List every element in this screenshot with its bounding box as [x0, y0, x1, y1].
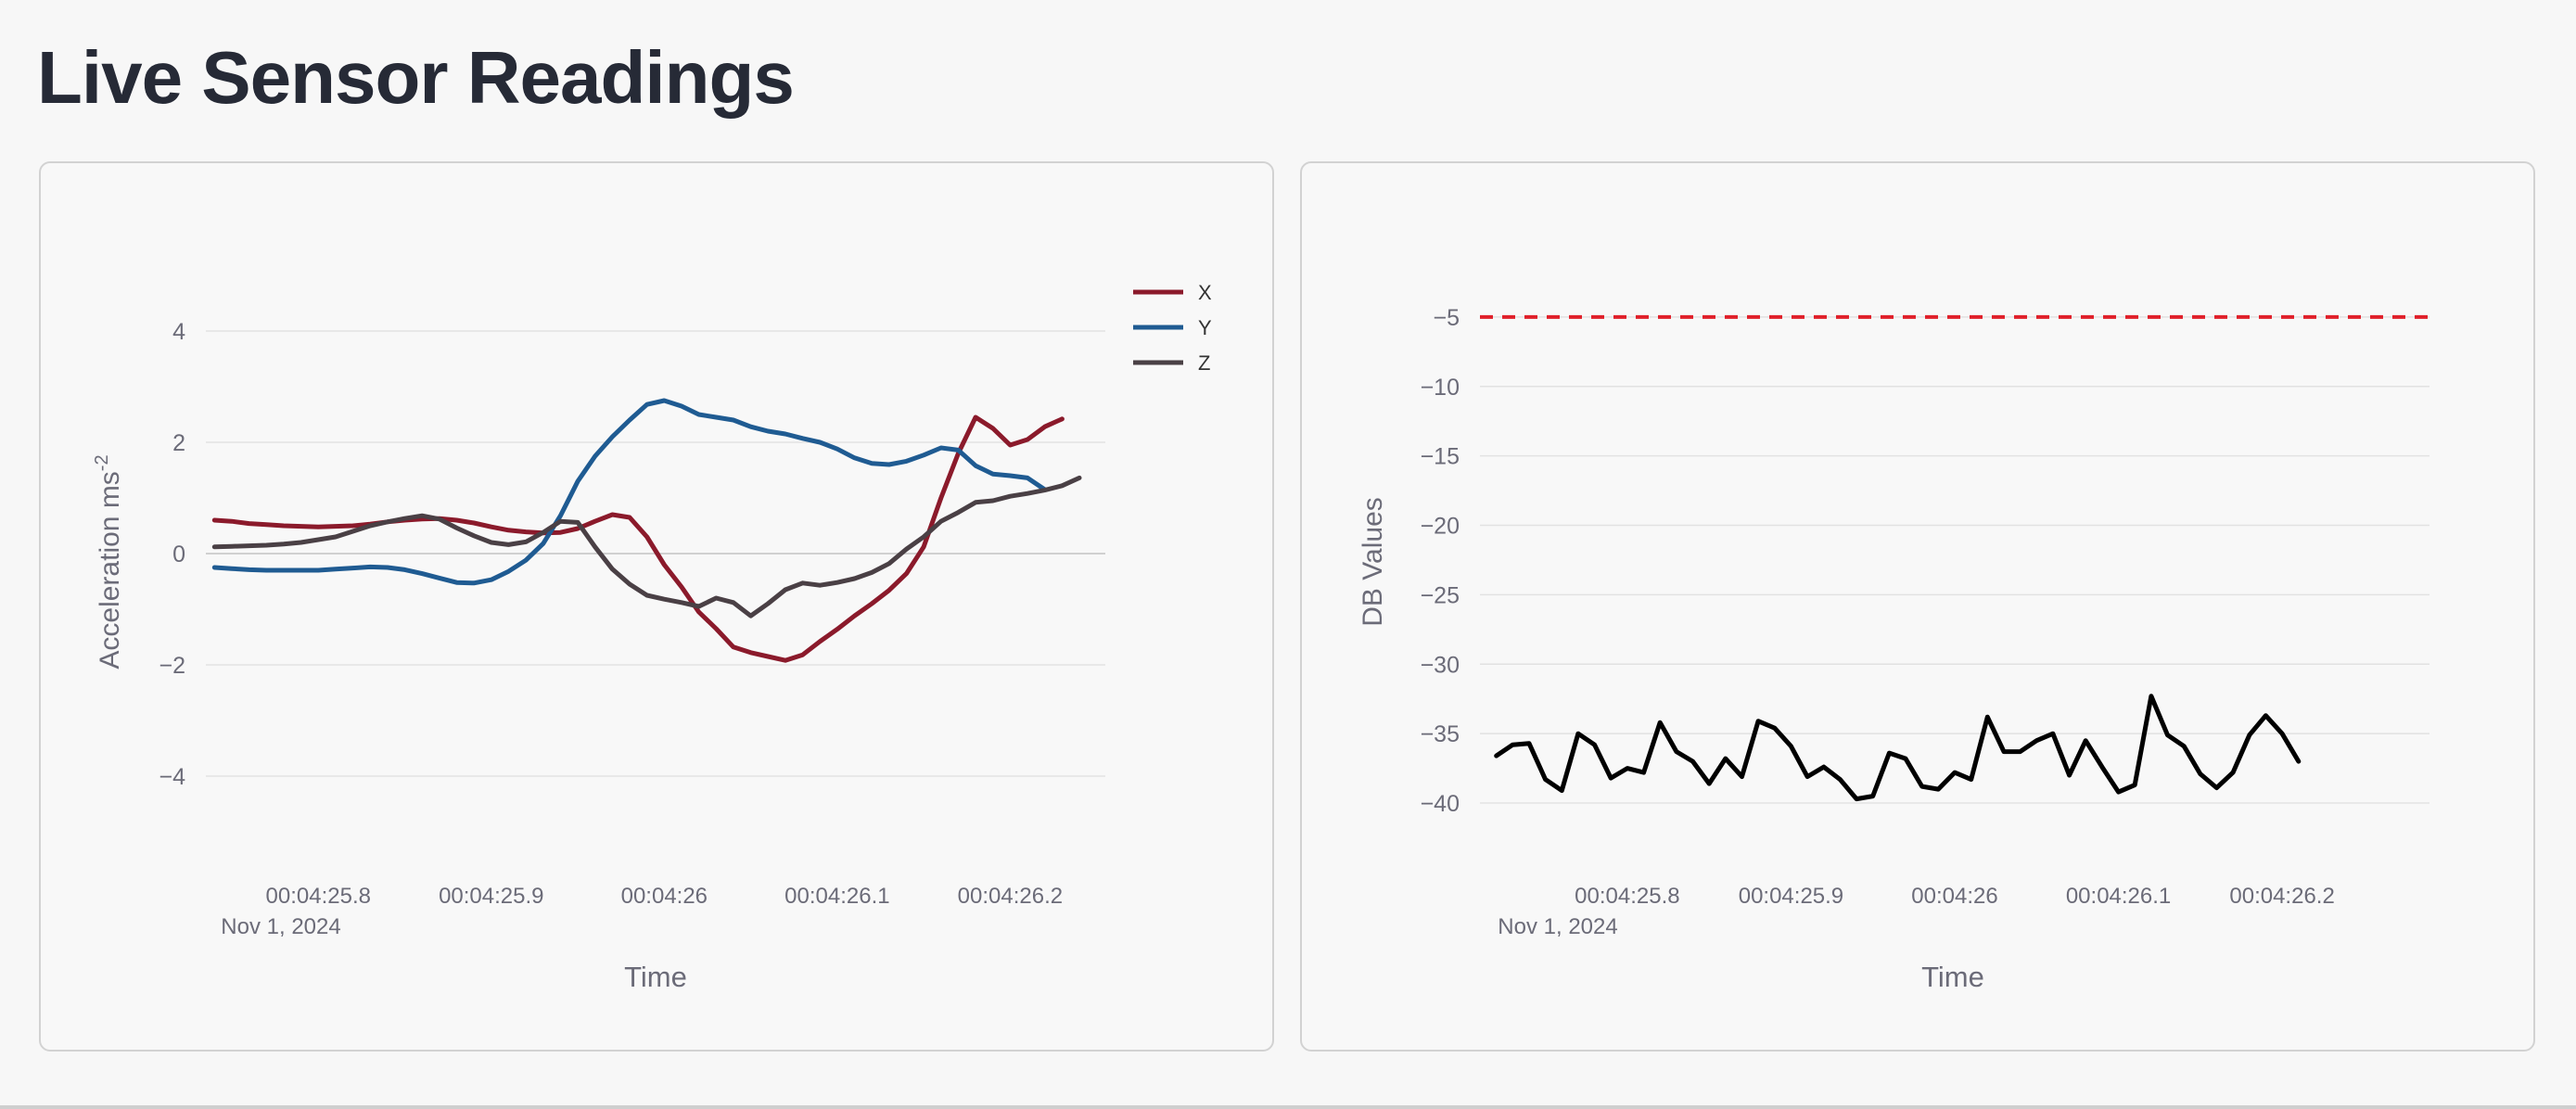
db-y-tick-label: −10	[1421, 375, 1460, 401]
page-bottom-border	[0, 1105, 2576, 1109]
db-y-axis-label: DB Values	[1358, 497, 1388, 627]
db-y-tick-label: −30	[1421, 652, 1460, 678]
db-y-tick-label: −20	[1421, 514, 1460, 540]
legend-label-y: Y	[1198, 316, 1212, 339]
db-x-date-label: Nov 1, 2024	[1498, 914, 1617, 939]
acceleration-y-tick-label: 4	[172, 319, 185, 345]
db-x-tick-label: 00:04:25.8	[1575, 884, 1679, 909]
acceleration-legend: X Y Z	[1133, 281, 1212, 375]
db-x-tick-label: 00:04:26	[1911, 884, 1997, 909]
acceleration-x-date-label: Nov 1, 2024	[221, 914, 340, 939]
acceleration-series-x	[211, 414, 1065, 663]
db-y-tick-label: −40	[1421, 791, 1460, 817]
legend-label-z: Z	[1198, 351, 1210, 375]
acceleration-y-axis-label: Acceleration ms-2	[92, 454, 125, 669]
charts-canvas: Acceleration ms-2 Time Nov 1, 2024 X Y Z…	[92, 281, 2429, 993]
acceleration-x-tick-label: 00:04:26.2	[958, 884, 1063, 909]
db-y-tick-label: −15	[1421, 444, 1460, 470]
db-x-tick-label: 00:04:26.1	[2066, 884, 2171, 909]
legend-label-x: X	[1198, 281, 1212, 304]
acceleration-x-axis-label: Time	[624, 961, 687, 993]
acceleration-x-tick-label: 00:04:25.9	[439, 884, 543, 909]
acceleration-x-tick-label: 00:04:25.8	[266, 884, 371, 909]
db-y-tick-label: −5	[1433, 305, 1460, 331]
acceleration-series-z	[211, 475, 1082, 618]
db-x-tick-label: 00:04:25.9	[1739, 884, 1843, 909]
db-y-tick-label: −25	[1421, 582, 1460, 608]
acceleration-y-tick-label: −4	[159, 764, 185, 790]
acceleration-y-tick-label: −2	[159, 653, 185, 679]
acceleration-x-tick-label: 00:04:26.1	[784, 884, 889, 909]
acceleration-x-tick-label: 00:04:26	[621, 884, 708, 909]
db-x-axis-label: Time	[1921, 961, 1984, 993]
db-y-tick-label: −35	[1421, 721, 1460, 747]
acceleration-y-tick-label: 0	[172, 542, 185, 567]
db-series-line	[1494, 694, 2302, 802]
acceleration-y-tick-label: 2	[172, 430, 185, 456]
db-x-tick-label: 00:04:26.2	[2229, 884, 2334, 909]
